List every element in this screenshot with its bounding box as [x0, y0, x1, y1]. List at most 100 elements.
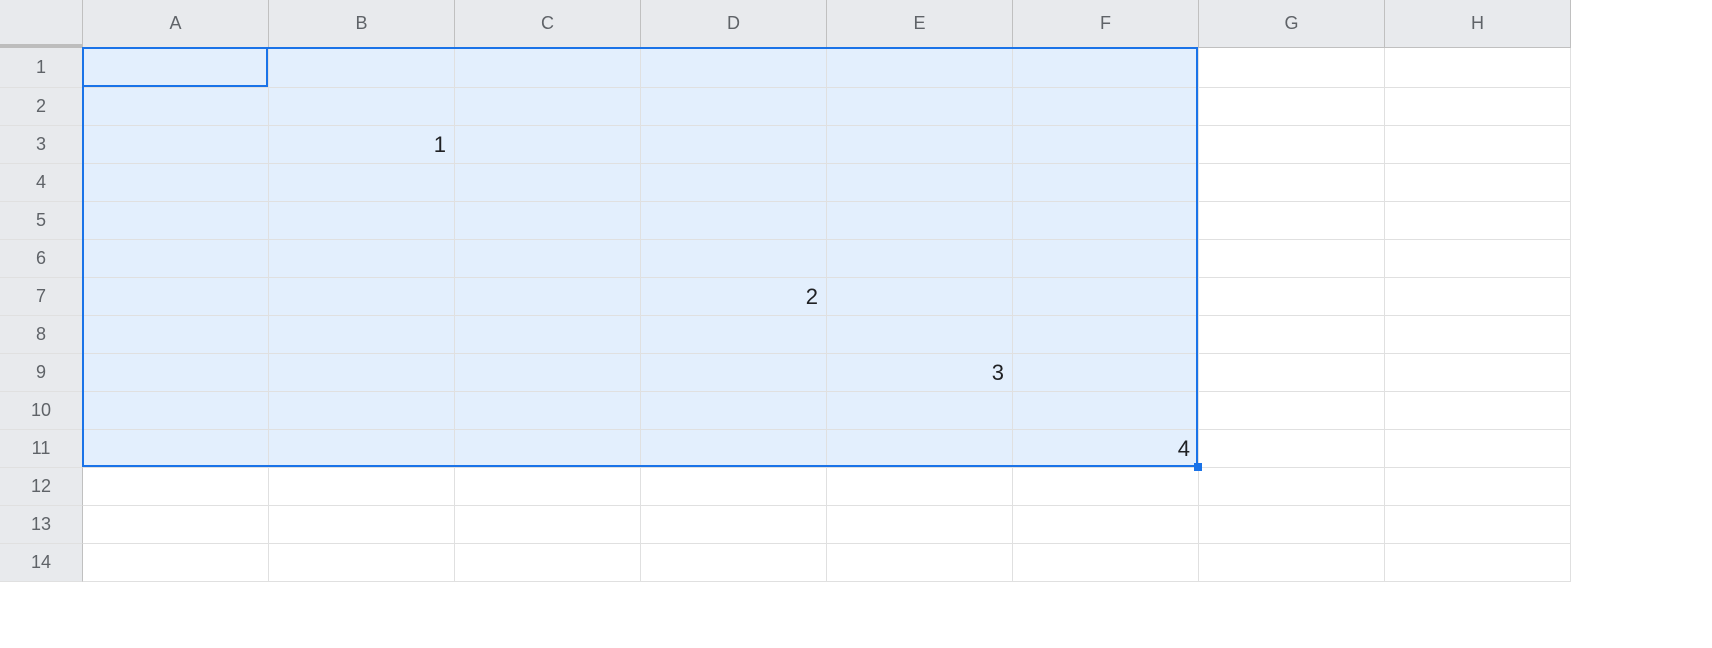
row-header-2[interactable]: 2: [0, 88, 83, 126]
cell-d7[interactable]: 2: [641, 278, 827, 316]
cell-g7[interactable]: [1199, 278, 1385, 316]
cell-b2[interactable]: [269, 88, 455, 126]
cell-b3[interactable]: 1: [269, 126, 455, 164]
cell-a8[interactable]: [83, 316, 269, 354]
cell-h8[interactable]: [1385, 316, 1571, 354]
cell-a12[interactable]: [83, 468, 269, 506]
cell-g13[interactable]: [1199, 506, 1385, 544]
cell-g4[interactable]: [1199, 164, 1385, 202]
column-header-f[interactable]: F: [1013, 0, 1199, 48]
cell-h2[interactable]: [1385, 88, 1571, 126]
cell-e8[interactable]: [827, 316, 1013, 354]
cell-a3[interactable]: [83, 126, 269, 164]
cell-d10[interactable]: [641, 392, 827, 430]
cell-b7[interactable]: [269, 278, 455, 316]
cell-c4[interactable]: [455, 164, 641, 202]
cell-h10[interactable]: [1385, 392, 1571, 430]
row-header-7[interactable]: 7: [0, 278, 83, 316]
cell-c11[interactable]: [455, 430, 641, 468]
cell-f7[interactable]: [1013, 278, 1199, 316]
cell-g10[interactable]: [1199, 392, 1385, 430]
cell-a1[interactable]: [83, 48, 269, 88]
cell-b10[interactable]: [269, 392, 455, 430]
cell-e4[interactable]: [827, 164, 1013, 202]
cell-a7[interactable]: [83, 278, 269, 316]
cell-e12[interactable]: [827, 468, 1013, 506]
cell-g14[interactable]: [1199, 544, 1385, 582]
cell-b1[interactable]: [269, 48, 455, 88]
cell-h7[interactable]: [1385, 278, 1571, 316]
cell-a13[interactable]: [83, 506, 269, 544]
cell-e3[interactable]: [827, 126, 1013, 164]
cell-e2[interactable]: [827, 88, 1013, 126]
cell-d2[interactable]: [641, 88, 827, 126]
cell-h13[interactable]: [1385, 506, 1571, 544]
cell-d8[interactable]: [641, 316, 827, 354]
cell-g3[interactable]: [1199, 126, 1385, 164]
cell-d1[interactable]: [641, 48, 827, 88]
cell-a2[interactable]: [83, 88, 269, 126]
cell-g8[interactable]: [1199, 316, 1385, 354]
cell-g11[interactable]: [1199, 430, 1385, 468]
cell-b4[interactable]: [269, 164, 455, 202]
cell-g9[interactable]: [1199, 354, 1385, 392]
cell-e9[interactable]: 3: [827, 354, 1013, 392]
column-header-c[interactable]: C: [455, 0, 641, 48]
cell-c9[interactable]: [455, 354, 641, 392]
cell-h3[interactable]: [1385, 126, 1571, 164]
cell-g12[interactable]: [1199, 468, 1385, 506]
row-header-8[interactable]: 8: [0, 316, 83, 354]
cell-c13[interactable]: [455, 506, 641, 544]
cell-f12[interactable]: [1013, 468, 1199, 506]
cell-g2[interactable]: [1199, 88, 1385, 126]
cell-h5[interactable]: [1385, 202, 1571, 240]
cell-b11[interactable]: [269, 430, 455, 468]
column-header-e[interactable]: E: [827, 0, 1013, 48]
cell-h9[interactable]: [1385, 354, 1571, 392]
cell-b9[interactable]: [269, 354, 455, 392]
row-header-4[interactable]: 4: [0, 164, 83, 202]
cell-e1[interactable]: [827, 48, 1013, 88]
cell-g6[interactable]: [1199, 240, 1385, 278]
cell-h6[interactable]: [1385, 240, 1571, 278]
cell-h4[interactable]: [1385, 164, 1571, 202]
cell-d14[interactable]: [641, 544, 827, 582]
cell-a11[interactable]: [83, 430, 269, 468]
cell-c14[interactable]: [455, 544, 641, 582]
cell-c3[interactable]: [455, 126, 641, 164]
row-header-3[interactable]: 3: [0, 126, 83, 164]
row-header-6[interactable]: 6: [0, 240, 83, 278]
cell-c8[interactable]: [455, 316, 641, 354]
cell-d6[interactable]: [641, 240, 827, 278]
cell-c12[interactable]: [455, 468, 641, 506]
cell-d11[interactable]: [641, 430, 827, 468]
cell-b13[interactable]: [269, 506, 455, 544]
cell-a4[interactable]: [83, 164, 269, 202]
cell-d3[interactable]: [641, 126, 827, 164]
cell-e11[interactable]: [827, 430, 1013, 468]
cell-f9[interactable]: [1013, 354, 1199, 392]
cell-b6[interactable]: [269, 240, 455, 278]
cell-a10[interactable]: [83, 392, 269, 430]
select-all-corner[interactable]: [0, 0, 83, 48]
cell-h11[interactable]: [1385, 430, 1571, 468]
cell-e7[interactable]: [827, 278, 1013, 316]
cell-b12[interactable]: [269, 468, 455, 506]
cell-d12[interactable]: [641, 468, 827, 506]
cell-f3[interactable]: [1013, 126, 1199, 164]
cell-b8[interactable]: [269, 316, 455, 354]
cell-d9[interactable]: [641, 354, 827, 392]
row-header-14[interactable]: 14: [0, 544, 83, 582]
cell-c10[interactable]: [455, 392, 641, 430]
cell-f10[interactable]: [1013, 392, 1199, 430]
column-header-b[interactable]: B: [269, 0, 455, 48]
cell-e10[interactable]: [827, 392, 1013, 430]
cell-f14[interactable]: [1013, 544, 1199, 582]
cell-h12[interactable]: [1385, 468, 1571, 506]
cell-e13[interactable]: [827, 506, 1013, 544]
cell-c1[interactable]: [455, 48, 641, 88]
cell-a5[interactable]: [83, 202, 269, 240]
cell-h14[interactable]: [1385, 544, 1571, 582]
cell-c7[interactable]: [455, 278, 641, 316]
row-header-10[interactable]: 10: [0, 392, 83, 430]
